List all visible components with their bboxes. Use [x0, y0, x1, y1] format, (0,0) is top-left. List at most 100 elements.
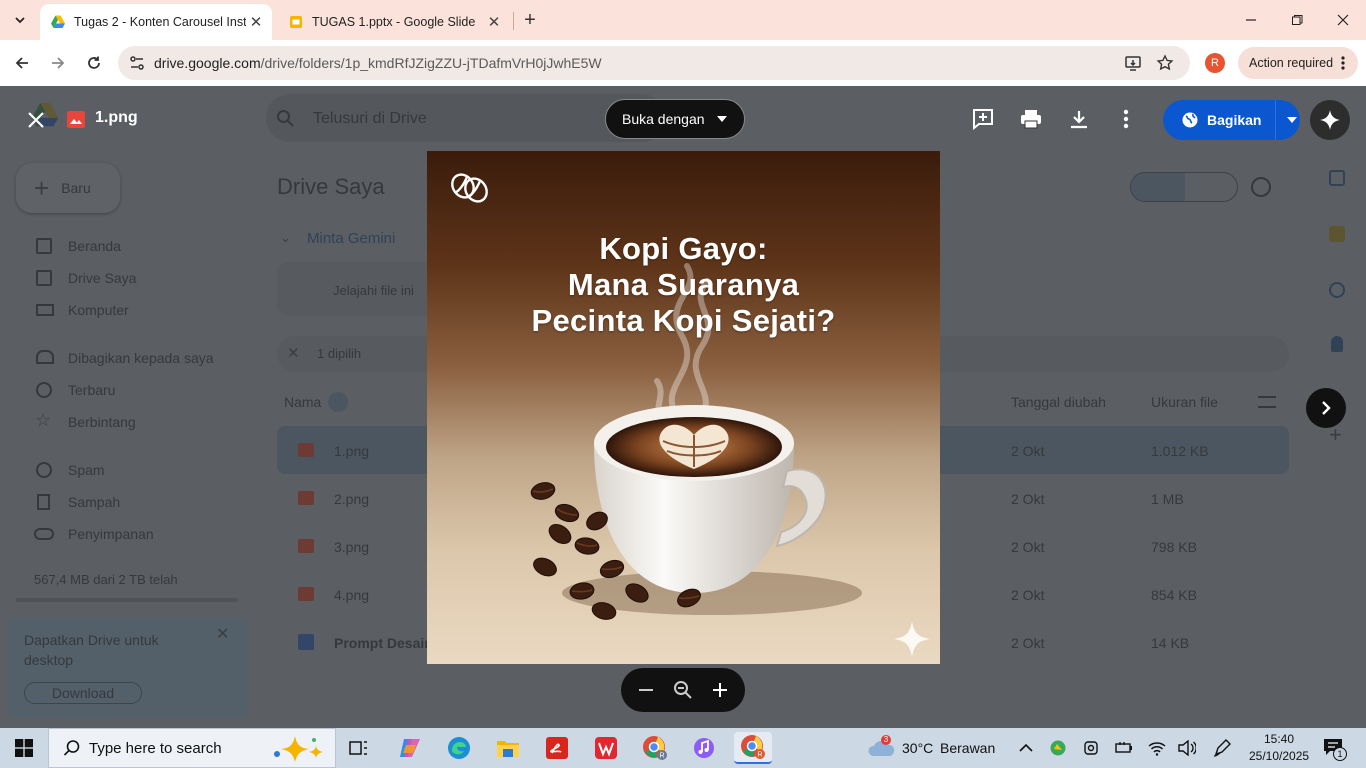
copilot-icon: [400, 739, 420, 757]
download-icon: [1071, 111, 1087, 129]
taskbar-search-input: Type here to search: [89, 739, 222, 757]
meet-now-icon[interactable]: [1083, 740, 1099, 756]
close-viewer-button[interactable]: [22, 106, 50, 134]
gemini-button[interactable]: [1310, 100, 1350, 140]
url-host: drive.google.com: [154, 55, 261, 71]
minimize-icon: [1246, 19, 1256, 21]
wps-app[interactable]: [587, 732, 625, 764]
clock-time[interactable]: 15:40: [1264, 732, 1294, 746]
reload-icon: [88, 56, 100, 69]
download-button[interactable]: [1066, 106, 1092, 132]
restore-icon: [1292, 15, 1303, 25]
open-with-button[interactable]: Buka dengan: [605, 99, 745, 139]
battery-icon[interactable]: [1115, 741, 1133, 755]
chrome-icon: R: [643, 736, 667, 760]
notification-badge: 1: [1333, 747, 1347, 761]
zoom-out-icon[interactable]: [638, 682, 654, 698]
zoom-reset-icon[interactable]: [673, 680, 693, 700]
chevron-up-icon[interactable]: [1019, 743, 1033, 752]
tab-strip: Tugas 2 - Konten Carousel Insta ✕ TUGAS …: [0, 0, 1366, 40]
file-viewer: 1.png Buka dengan Bagikan Kopi Gayo: Man…: [0, 86, 1366, 728]
notification-center[interactable]: 1: [1323, 738, 1347, 762]
close-icon: [1337, 14, 1349, 26]
browser-toolbar: drive.google.com/drive/folders/1p_kmdRfJ…: [0, 40, 1366, 86]
chrome-profile-app[interactable]: R: [636, 732, 674, 764]
back-button[interactable]: [9, 50, 35, 76]
pdf-icon: [546, 737, 568, 759]
add-comment-icon: [973, 109, 993, 130]
add-comment-button[interactable]: [970, 106, 996, 132]
restore-button[interactable]: [1274, 0, 1320, 40]
more-vert-icon: [1123, 109, 1129, 129]
image-preview[interactable]: Kopi Gayo: Mana Suaranya Pecinta Kopi Se…: [427, 151, 940, 664]
chrome-active-app[interactable]: R: [734, 732, 772, 764]
windows-logo-icon: [15, 739, 33, 757]
reload-button[interactable]: [81, 50, 107, 76]
zoom-in-icon[interactable]: [712, 682, 728, 698]
start-button[interactable]: [0, 728, 48, 768]
edge-app[interactable]: [440, 732, 478, 764]
arrow-right-icon: [52, 57, 65, 69]
google-drive-icon: [51, 15, 65, 28]
music-app[interactable]: [685, 732, 723, 764]
wps-icon: [595, 737, 617, 759]
tab-title: TUGAS 1.pptx - Google Slide: [312, 15, 476, 29]
coffee-cup-illustration: [530, 263, 930, 657]
taskbar: Type here to search R R 3 30°C Berawan 1…: [0, 728, 1366, 768]
print-icon: [1021, 110, 1041, 129]
image-file-icon: [67, 111, 85, 128]
svg-text:R: R: [659, 753, 664, 760]
tab-drive[interactable]: Tugas 2 - Konten Carousel Insta ✕: [40, 4, 272, 40]
close-window-button[interactable]: [1320, 0, 1366, 40]
action-required-chip[interactable]: Action required: [1238, 47, 1358, 79]
copilot-app[interactable]: [391, 732, 429, 764]
weather-temp[interactable]: 30°C: [902, 740, 933, 756]
arrow-left-icon: [15, 57, 28, 69]
action-required-label: Action required: [1249, 56, 1334, 70]
forward-button[interactable]: [45, 50, 71, 76]
close-icon: [28, 112, 44, 128]
share-label: Bagikan: [1207, 112, 1262, 128]
chevron-right-icon: [1322, 401, 1331, 415]
volume-icon[interactable]: [1178, 740, 1196, 756]
tab-search-button[interactable]: [8, 8, 32, 32]
clock-date[interactable]: 25/10/2025: [1249, 749, 1309, 763]
wifi-icon[interactable]: [1148, 740, 1166, 756]
more-actions-button[interactable]: [1116, 106, 1136, 132]
search-icon: [63, 740, 80, 756]
caret-down-icon[interactable]: [1287, 117, 1298, 123]
weather-widget[interactable]: 3: [868, 734, 898, 762]
task-view-icon: [349, 741, 367, 755]
caret-down-icon: [716, 116, 727, 122]
install-app-icon[interactable]: [1124, 54, 1142, 72]
svg-text:R: R: [757, 752, 762, 759]
task-view-button[interactable]: [340, 732, 378, 764]
edge-icon: [448, 737, 470, 759]
site-settings-icon[interactable]: [128, 54, 146, 72]
pen-icon[interactable]: [1213, 739, 1231, 757]
viewer-file-name: 1.png: [95, 109, 138, 126]
share-button[interactable]: Bagikan: [1163, 100, 1300, 140]
taskbar-search[interactable]: Type here to search: [48, 728, 336, 768]
close-tab-icon[interactable]: ✕: [246, 12, 266, 32]
weather-text[interactable]: Berawan: [940, 740, 995, 756]
url-text: drive.google.com/drive/folders/1p_kmdRfJ…: [154, 55, 1124, 71]
print-button[interactable]: [1018, 106, 1044, 132]
bookmark-star-icon[interactable]: [1156, 54, 1174, 72]
tab-title: Tugas 2 - Konten Carousel Insta: [74, 15, 246, 29]
google-slides-icon: [290, 16, 302, 28]
chevron-down-icon: [15, 17, 25, 24]
globe-icon: [1182, 112, 1198, 128]
pdf-app[interactable]: [538, 732, 576, 764]
tab-slides[interactable]: TUGAS 1.pptx - Google Slide ✕: [278, 4, 510, 40]
address-bar[interactable]: drive.google.com/drive/folders/1p_kmdRfJ…: [118, 46, 1190, 80]
minimize-button[interactable]: [1228, 0, 1274, 40]
next-file-button[interactable]: [1306, 388, 1346, 428]
profile-avatar[interactable]: R: [1205, 53, 1225, 73]
more-vert-icon[interactable]: [1341, 56, 1345, 70]
new-tab-button[interactable]: +: [519, 9, 541, 31]
file-explorer-app[interactable]: [489, 732, 527, 764]
close-tab-icon[interactable]: ✕: [484, 12, 504, 32]
security-shield-icon[interactable]: [1050, 740, 1066, 756]
zoom-controls: [621, 668, 745, 712]
